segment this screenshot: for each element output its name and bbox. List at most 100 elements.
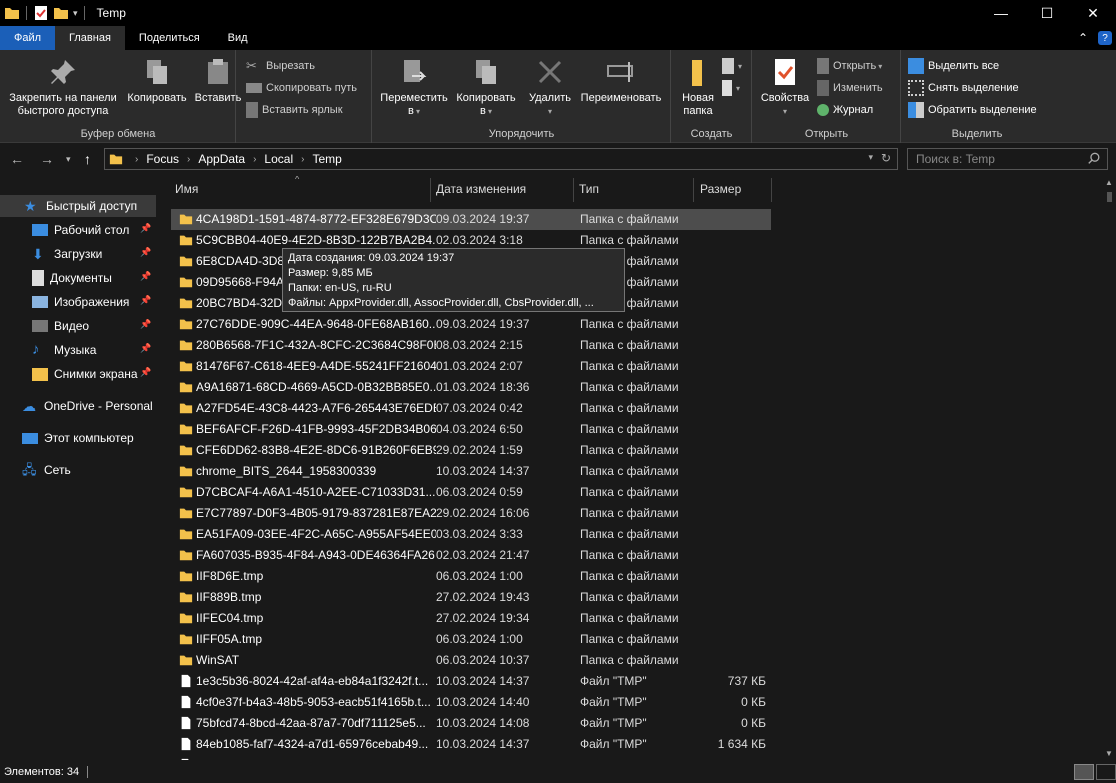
details-view-icon[interactable]	[1074, 764, 1094, 780]
close-button[interactable]: ✕	[1070, 0, 1116, 26]
breadcrumb-focus[interactable]: Focus	[146, 152, 179, 166]
refresh-icon[interactable]: ↻	[881, 151, 891, 165]
breadcrumb-temp[interactable]: Temp	[312, 152, 341, 166]
column-date[interactable]: Дата изменения	[436, 182, 526, 196]
breadcrumb-separator: ›	[253, 153, 257, 165]
table-row[interactable]: E7C77897-D0F3-4B05-9179-837281E87EA2 29.0…	[171, 503, 771, 524]
select-all-button[interactable]: Выделить все	[908, 56, 999, 76]
open-button[interactable]: Открыть ▾	[817, 56, 882, 76]
table-row[interactable]: 1e3c5b36-8024-42af-af4a-eb84a1f3242f.t..…	[171, 671, 771, 692]
table-row[interactable]: A27FD54E-43C8-4423-A7F6-265443E76EDB 07.0…	[171, 398, 771, 419]
copy-path-button[interactable]: Скопировать путь	[246, 78, 357, 98]
maximize-button[interactable]: ☐	[1024, 0, 1070, 26]
tab-view[interactable]: Вид	[214, 26, 262, 50]
paste-shortcut-button[interactable]: Вставить ярлык	[246, 100, 343, 120]
table-row[interactable]: 280B6568-7F1C-432A-8CFC-2C3684C98F0E 08.0…	[171, 335, 771, 356]
column-separator[interactable]	[430, 178, 431, 202]
sidebar-item-quick-access[interactable]: ★ Быстрый доступ	[0, 195, 156, 217]
column-size[interactable]: Размер	[700, 182, 741, 196]
minimize-button[interactable]: —	[978, 0, 1024, 26]
tab-file[interactable]: Файл	[0, 26, 56, 50]
address-bar[interactable]: › Focus › AppData › Local › Temp ▾ ↻	[104, 148, 898, 170]
table-row[interactable]: FA607035-B935-4F84-A943-0DE46364FA26 02.0…	[171, 545, 771, 566]
column-separator[interactable]	[771, 178, 772, 202]
copy-button[interactable]: Копировать	[124, 56, 190, 105]
sidebar-item-this-pc[interactable]: Этот компьютер	[0, 427, 156, 449]
table-row[interactable]: IIFF05A.tmp 06.03.2024 1:00 Папка с файлам…	[171, 629, 771, 650]
folder-icon	[179, 508, 193, 519]
new-folder-icon[interactable]	[53, 5, 69, 21]
large-icons-view-icon[interactable]	[1096, 764, 1116, 780]
breadcrumb-local[interactable]: Local	[264, 152, 293, 166]
new-folder-button[interactable]: Новая папка	[676, 56, 720, 118]
sidebar-item-network[interactable]: 🖧 Сеть	[0, 459, 156, 481]
table-row[interactable]: CFE6DD62-83B8-4E2E-8DC6-91B260F6EB94 29.0…	[171, 440, 771, 461]
select-none-button[interactable]: Снять выделение	[908, 78, 1019, 98]
back-button[interactable]: ←	[10, 151, 24, 167]
file-size: 1 634 КБ	[717, 737, 766, 751]
file-date: 06.03.2024 0:59	[436, 485, 523, 499]
table-row[interactable]: EA51FA09-03EE-4F2C-A65C-A955AF54EE03 03.0…	[171, 524, 771, 545]
table-row[interactable]: A9A16871-68CD-4669-A5CD-0B32BB85E0... 01.…	[171, 377, 771, 398]
column-separator[interactable]	[693, 178, 694, 202]
sidebar-item-screenshots[interactable]: Снимки экрана 📌	[0, 363, 156, 385]
new-item-button[interactable]: ▾	[722, 56, 742, 76]
rename-button[interactable]: Переименовать	[575, 56, 667, 105]
search-input[interactable]: Поиск в: Temp	[907, 148, 1108, 170]
table-row[interactable]: 84eb1085-faf7-4324-a7d1-65976cebab49... 1…	[171, 734, 771, 755]
move-to-button[interactable]: Переместить в ▾	[377, 56, 451, 118]
table-row[interactable]: 4CA198D1-1591-4874-8772-EF328E679D3C 09.0…	[171, 209, 771, 230]
scroll-down-icon[interactable]: ▼	[1105, 749, 1113, 758]
address-dropdown-icon[interactable]: ▾	[868, 152, 873, 163]
tab-share[interactable]: Поделиться	[125, 26, 214, 50]
rename-icon	[607, 62, 633, 82]
table-row[interactable]: IIF8D6E.tmp 06.03.2024 1:00 Папка с файлам…	[171, 566, 771, 587]
cut-button[interactable]: ✂ Вырезать	[246, 56, 315, 76]
file-type: Файл "TMP"	[580, 716, 647, 730]
table-row[interactable]: BEF6AFCF-F26D-41FB-9993-45F2DB34B061 04.0…	[171, 419, 771, 440]
table-row[interactable]: 81476F67-C618-4EE9-A4DE-55241FF21604 01.0…	[171, 356, 771, 377]
sidebar-item-pictures[interactable]: Изображения 📌	[0, 291, 156, 313]
file-date: 06.03.2024 1:00	[436, 569, 523, 583]
history-button[interactable]: Журнал	[817, 100, 873, 120]
table-row[interactable]: 27C76DDE-909C-44EA-9648-0FE68AB160... 09.…	[171, 314, 771, 335]
table-row[interactable]: IIF889B.tmp 27.02.2024 19:43 Папка с файла…	[171, 587, 771, 608]
table-row[interactable]: IIFEC04.tmp 27.02.2024 19:34 Папка с файла…	[171, 608, 771, 629]
recent-locations-icon[interactable]: ▾	[66, 154, 71, 165]
customize-qat-icon[interactable]: ▾	[73, 8, 78, 19]
collapse-ribbon-icon[interactable]: ⌃	[1072, 27, 1094, 49]
column-type[interactable]: Тип	[579, 182, 599, 196]
copy-to-button[interactable]: Копировать в ▾	[451, 56, 521, 118]
table-row[interactable]: 75bfcd74-8bcd-42aa-87a7-70df711125e5... 1…	[171, 713, 771, 734]
select-all-icon	[908, 58, 924, 74]
folder-icon	[179, 235, 193, 246]
edit-button[interactable]: Изменить	[817, 78, 883, 98]
delete-icon	[538, 60, 562, 84]
easy-access-button[interactable]: ▾	[722, 78, 740, 98]
table-row[interactable]: D7CBCAF4-A6A1-4510-A2EE-C71033D31... 06.0…	[171, 482, 771, 503]
sidebar-item-documents[interactable]: Документы 📌	[0, 267, 156, 289]
pin-quick-access-button[interactable]: Закрепить на панели быстрого доступа	[4, 56, 122, 118]
tab-home[interactable]: Главная	[55, 26, 125, 50]
vertical-scrollbar[interactable]: ▲ ▼	[1103, 176, 1116, 760]
table-row[interactable]: WinSAT 06.03.2024 10:37 Папка с файлами	[171, 650, 771, 671]
sidebar-item-downloads[interactable]: ⬇ Загрузки 📌	[0, 243, 156, 265]
properties-button[interactable]: Свойства ▾	[757, 56, 813, 118]
table-row[interactable]: chrome_BITS_2644_1958300339 10.03.2024 14…	[171, 461, 771, 482]
sidebar-item-desktop[interactable]: Рабочий стол 📌	[0, 219, 156, 241]
help-icon[interactable]: ?	[1098, 31, 1112, 45]
column-name[interactable]: Имя	[175, 182, 198, 196]
table-row[interactable]: 4cf0e37f-b4a3-48b5-9053-eacb51f4165b.t..…	[171, 692, 771, 713]
column-separator[interactable]	[573, 178, 574, 202]
forward-button[interactable]: →	[40, 151, 54, 167]
properties-icon[interactable]	[33, 5, 49, 21]
sidebar-item-videos[interactable]: Видео 📌	[0, 315, 156, 337]
sidebar-item-onedrive[interactable]: ☁ OneDrive - Personal	[0, 395, 156, 417]
up-button[interactable]: ↑	[84, 151, 91, 167]
scrollbar-thumb[interactable]	[1107, 192, 1112, 202]
breadcrumb-appdata[interactable]: AppData	[198, 152, 245, 166]
scroll-up-icon[interactable]: ▲	[1105, 178, 1113, 187]
delete-button[interactable]: Удалить ▾	[525, 56, 575, 118]
invert-selection-button[interactable]: Обратить выделение	[908, 100, 1037, 120]
sidebar-item-music[interactable]: ♪ Музыка 📌	[0, 339, 156, 361]
